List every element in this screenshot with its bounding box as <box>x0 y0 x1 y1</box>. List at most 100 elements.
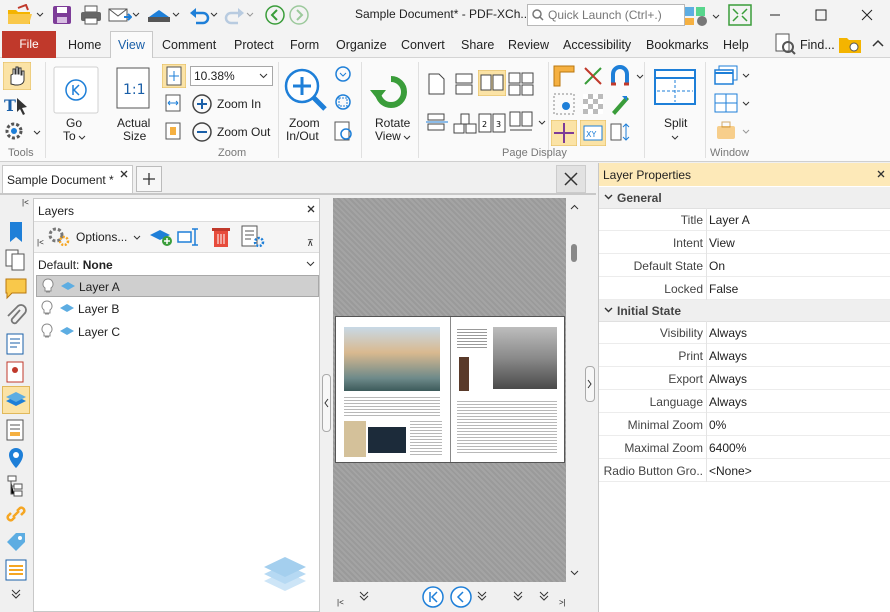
chevron-down-icon[interactable] <box>210 12 218 18</box>
add-layer-icon[interactable] <box>148 225 174 249</box>
visibility-bulb-icon[interactable] <box>40 300 54 316</box>
snap-icon[interactable] <box>608 64 632 88</box>
tab-view[interactable]: View <box>118 38 145 52</box>
expand-toolbar-icon[interactable]: |< <box>37 238 44 247</box>
scan-icon[interactable] <box>146 5 172 25</box>
go-to-icon[interactable] <box>53 66 99 114</box>
tile-windows-icon[interactable] <box>714 92 738 114</box>
splitter-handle[interactable] <box>322 374 331 432</box>
new-tab-button[interactable] <box>136 166 162 192</box>
continuous-facing-icon[interactable] <box>508 72 534 96</box>
property-value[interactable]: Always <box>709 326 747 340</box>
page-spread[interactable] <box>335 316 565 463</box>
show-grid-icon[interactable] <box>552 92 576 116</box>
quick-launch-input[interactable]: Quick Launch (Ctrl+.) <box>527 4 685 26</box>
chevron-down-icon[interactable] <box>132 12 140 18</box>
chevron-down-icon[interactable] <box>538 120 546 126</box>
chevron-down-icon[interactable] <box>742 129 750 135</box>
attachments-icon[interactable] <box>4 304 28 328</box>
property-value[interactable]: View <box>709 236 735 250</box>
cover-page-icon[interactable] <box>452 112 478 134</box>
tab-review[interactable]: Review <box>508 38 549 52</box>
property-value[interactable]: Always <box>709 395 747 409</box>
new-window-icon[interactable] <box>714 64 738 86</box>
maximize-button[interactable] <box>798 0 844 30</box>
property-row-radio-button-group[interactable]: Radio Button Gro.. <None> <box>599 459 890 482</box>
chevron-down-icon[interactable] <box>712 14 720 20</box>
fit-width-icon[interactable] <box>163 93 183 113</box>
tab-share[interactable]: Share <box>461 38 494 52</box>
more-icon[interactable] <box>359 590 369 602</box>
find-button[interactable]: Find... <box>800 38 835 52</box>
content-icon[interactable] <box>4 332 28 356</box>
panel-splitter[interactable] <box>321 196 333 612</box>
forward-icon[interactable] <box>288 4 310 26</box>
facing-pages-icon[interactable] <box>478 70 506 96</box>
merge-layers-icon[interactable] <box>176 226 200 248</box>
property-row-title[interactable]: Title Layer A <box>599 208 890 231</box>
measure-icon[interactable] <box>609 120 633 144</box>
close-window-button[interactable] <box>844 0 890 30</box>
search-folder-icon[interactable] <box>837 33 863 55</box>
property-value[interactable]: Always <box>709 372 747 386</box>
split-label[interactable]: Split <box>664 117 687 130</box>
save-icon[interactable] <box>52 5 72 25</box>
email-icon[interactable] <box>108 5 132 25</box>
property-row-visibility[interactable]: Visibility Always <box>599 321 890 344</box>
tab-convert[interactable]: Convert <box>401 38 445 52</box>
split-view-icon[interactable] <box>653 68 697 108</box>
rotate-view-label-2[interactable]: View <box>375 130 401 143</box>
comments-icon[interactable] <box>4 276 28 300</box>
close-icon[interactable] <box>307 205 315 213</box>
rotate-view-icon[interactable] <box>368 70 414 112</box>
chevron-down-icon[interactable] <box>133 235 141 241</box>
structure-icon[interactable] <box>4 474 28 498</box>
chevron-down-icon[interactable] <box>742 73 750 79</box>
zoom-in-out-icon[interactable] <box>282 66 332 116</box>
chevron-down-icon[interactable] <box>246 12 254 18</box>
print-icon[interactable] <box>80 5 102 25</box>
tab-bookmarks[interactable]: Bookmarks <box>646 38 709 52</box>
property-value[interactable]: 0% <box>709 418 726 432</box>
zoom-in-out-label-2[interactable]: In/Out <box>286 130 319 143</box>
property-value[interactable]: On <box>709 259 725 273</box>
bookmarks-icon[interactable] <box>4 220 28 244</box>
undo-icon[interactable] <box>188 5 210 25</box>
chevron-down-icon[interactable] <box>636 74 644 80</box>
ink-color-icon[interactable] <box>608 92 632 116</box>
single-page-icon[interactable] <box>426 72 446 96</box>
property-row-minimal-zoom[interactable]: Minimal Zoom 0% <box>599 413 890 436</box>
scroll-right-icon[interactable]: >| <box>559 598 566 607</box>
chevron-up-icon[interactable] <box>570 204 579 210</box>
zoom-in-button[interactable]: Zoom In <box>217 97 261 111</box>
open-folder-icon[interactable] <box>6 4 34 26</box>
section-initial-state[interactable]: Initial State <box>599 300 890 322</box>
property-row-print[interactable]: Print Always <box>599 344 890 367</box>
tab-protect[interactable]: Protect <box>234 38 274 52</box>
file-menu-button[interactable]: File <box>2 31 56 58</box>
property-value[interactable]: False <box>709 282 738 296</box>
zoom-tool-icon[interactable] <box>333 64 355 86</box>
layer-row[interactable]: Layer B <box>36 298 319 320</box>
select-text-icon[interactable]: T <box>3 94 31 118</box>
chevron-down-icon[interactable] <box>78 135 86 141</box>
property-value[interactable]: 6400% <box>709 441 746 455</box>
fullscreen-icon[interactable] <box>728 4 752 26</box>
chevron-down-icon[interactable] <box>570 570 579 576</box>
tab-help[interactable]: Help <box>723 38 749 52</box>
checkerboard-icon[interactable] <box>581 92 605 116</box>
chevron-down-icon[interactable] <box>671 135 679 141</box>
tab-organize[interactable]: Organize <box>336 38 387 52</box>
redo-icon[interactable] <box>224 5 246 25</box>
collapse-toolbar-icon[interactable]: ⊼ <box>307 238 314 249</box>
links-icon[interactable] <box>4 502 28 526</box>
layer-row[interactable]: Layer C <box>36 321 319 343</box>
chevron-down-icon[interactable] <box>172 12 180 18</box>
close-document-button[interactable] <box>556 165 586 193</box>
layers-panel-button[interactable] <box>2 386 30 414</box>
options-gear-icon[interactable] <box>46 225 72 249</box>
property-row-maximal-zoom[interactable]: Maximal Zoom 6400% <box>599 436 890 459</box>
actual-size-icon[interactable]: 1:1 <box>115 66 153 112</box>
page-split-icon[interactable] <box>425 110 449 134</box>
fit-visible-icon[interactable] <box>163 121 183 141</box>
